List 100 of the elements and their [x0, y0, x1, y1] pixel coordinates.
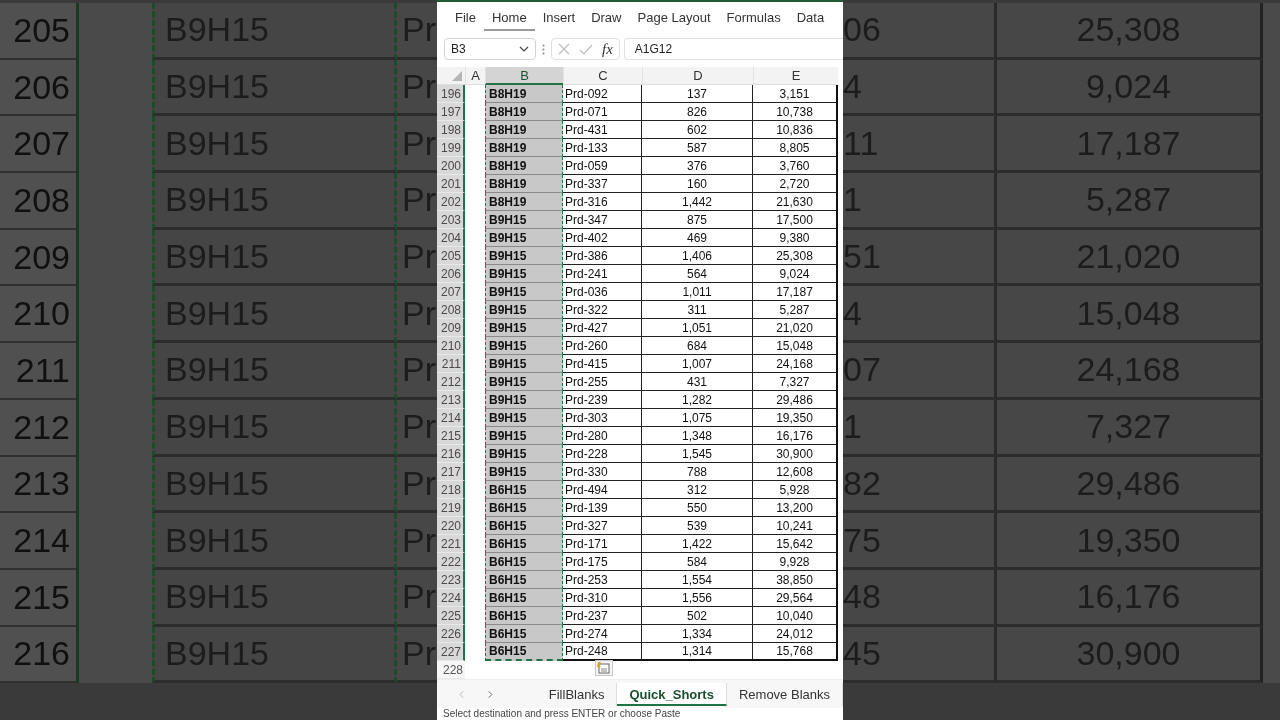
table-cell: B8H19 [485, 121, 563, 140]
ribbon-tab[interactable]: Insert [534, 4, 584, 32]
row-header[interactable]: 227 [437, 643, 465, 662]
table-cell: Prd-431 [563, 121, 642, 140]
row-header[interactable]: 205 [437, 247, 465, 266]
table-cell: 1,406 [642, 247, 753, 266]
table-cell: Prd-241 [563, 265, 642, 284]
row-number: 215 [0, 569, 76, 627]
table-cell: B9H15 [485, 355, 563, 374]
ribbon-tab[interactable]: Draw [583, 4, 630, 32]
table-cell: B6H15 [485, 589, 563, 608]
table-cell: B6H15 [485, 571, 563, 590]
row-header[interactable]: 199 [437, 139, 465, 158]
chevron-down-icon[interactable] [519, 46, 529, 53]
row-header[interactable]: 202 [437, 193, 465, 212]
table-cell: B6H15 [485, 499, 563, 518]
table-cell: Prd-415 [563, 355, 642, 374]
row-header[interactable]: 222 [437, 553, 465, 572]
table-cell: 1,554 [642, 571, 753, 590]
row-header[interactable]: 204 [437, 229, 465, 248]
row-number: 207 [0, 116, 76, 174]
row-header[interactable]: 197 [437, 103, 465, 122]
sheet-tab[interactable]: Quick_Shorts [617, 682, 727, 706]
row-header[interactable]: 217 [437, 463, 465, 482]
row-header[interactable]: 228 [437, 661, 465, 680]
sheet-margin [1263, 3, 1280, 60]
row-header[interactable]: 198 [437, 121, 465, 140]
table-cell: Prd-427 [563, 319, 642, 338]
row-header[interactable]: 203 [437, 211, 465, 230]
ribbon-tab[interactable]: Data [788, 4, 833, 32]
column-header[interactable]: C [563, 67, 642, 86]
row-header[interactable]: 225 [437, 607, 465, 626]
row-header[interactable]: 224 [437, 589, 465, 608]
ribbon-tab[interactable]: Page Layout [629, 4, 719, 32]
table-cell: 1,314 [642, 643, 753, 662]
table-cell: 1,051 [642, 319, 753, 338]
row-header[interactable]: 212 [437, 373, 465, 392]
clipboard-icon[interactable] [595, 660, 613, 677]
row-header[interactable]: 201 [437, 175, 465, 194]
row-number: 211 [0, 343, 76, 400]
table-cell: Prd-402 [563, 229, 642, 248]
table-cell: B9H15 [485, 301, 563, 320]
row-header[interactable]: 223 [437, 571, 465, 590]
table-cell: Prd-330 [563, 463, 642, 482]
ribbon-tab[interactable]: Home [483, 4, 535, 32]
table-cell: 602 [642, 121, 753, 140]
table-cell: 311 [642, 301, 753, 320]
table-cell: B8H19 [485, 157, 563, 176]
table-cell: B9H15 [485, 229, 563, 248]
row-header[interactable]: 208 [437, 301, 465, 320]
table-cell: B9H15 [485, 247, 563, 266]
row-header[interactable]: 226 [437, 625, 465, 644]
row-header[interactable]: 216 [437, 445, 465, 464]
table-cell: B6H15 [485, 481, 563, 500]
table-cell: Prd-386 [563, 247, 642, 266]
select-all-icon[interactable] [452, 71, 462, 82]
row-header[interactable]: 210 [437, 337, 465, 356]
table-cell: Prd-059 [563, 157, 642, 176]
column-header[interactable]: B [485, 67, 563, 86]
row-header[interactable]: 218 [437, 481, 465, 500]
insert-function-button[interactable]: fx [602, 41, 613, 58]
table-cell: B9H15 [485, 211, 563, 230]
row-number: 216 [0, 626, 76, 684]
table-cell: B6H15 [485, 535, 563, 554]
name-box[interactable]: B3 [444, 38, 536, 61]
row-header[interactable]: 211 [437, 355, 465, 374]
table-cell: 564 [642, 265, 753, 284]
table-cell: B9H15 [485, 391, 563, 410]
row-header[interactable]: 214 [437, 409, 465, 428]
table-cell: 431 [642, 373, 753, 392]
table-cell: 1,282 [642, 391, 753, 410]
ribbon-tab[interactable]: File [447, 4, 484, 32]
row-number: 214 [0, 513, 76, 570]
row-number: 213 [0, 456, 76, 514]
ribbon-tab[interactable]: Formulas [718, 4, 789, 32]
column-header[interactable]: E [753, 67, 838, 86]
formula-field[interactable]: A1G12 [623, 38, 843, 61]
row-header[interactable]: 206 [437, 265, 465, 284]
check-icon[interactable] [579, 44, 593, 55]
sheet-tab[interactable]: Remove Blanks [726, 682, 843, 706]
status-text: Select destination and press ENTER or choose Paste [442, 708, 682, 720]
row-header[interactable]: 221 [437, 535, 465, 554]
column-header[interactable]: D [642, 67, 753, 86]
row-header[interactable]: 215 [437, 427, 465, 446]
chevron-left-icon[interactable] [459, 688, 464, 700]
row-header[interactable]: 213 [437, 391, 465, 410]
table-cell: 1,545 [642, 445, 753, 464]
chevron-right-icon[interactable] [487, 688, 493, 700]
row-header[interactable]: 196 [437, 85, 465, 104]
table-cell: 875 [642, 211, 753, 230]
table-cell: B8H19 [485, 103, 563, 122]
cancel-icon[interactable] [558, 43, 570, 56]
row-header[interactable]: 219 [437, 499, 465, 518]
row-header[interactable]: 207 [437, 283, 465, 302]
row-header[interactable]: 200 [437, 157, 465, 176]
column-header[interactable]: A [465, 67, 485, 86]
row-header[interactable]: 220 [437, 517, 465, 536]
table-cell: 1,422 [642, 535, 753, 554]
table-cell: B6H15 [485, 553, 563, 572]
row-header[interactable]: 209 [437, 319, 465, 338]
